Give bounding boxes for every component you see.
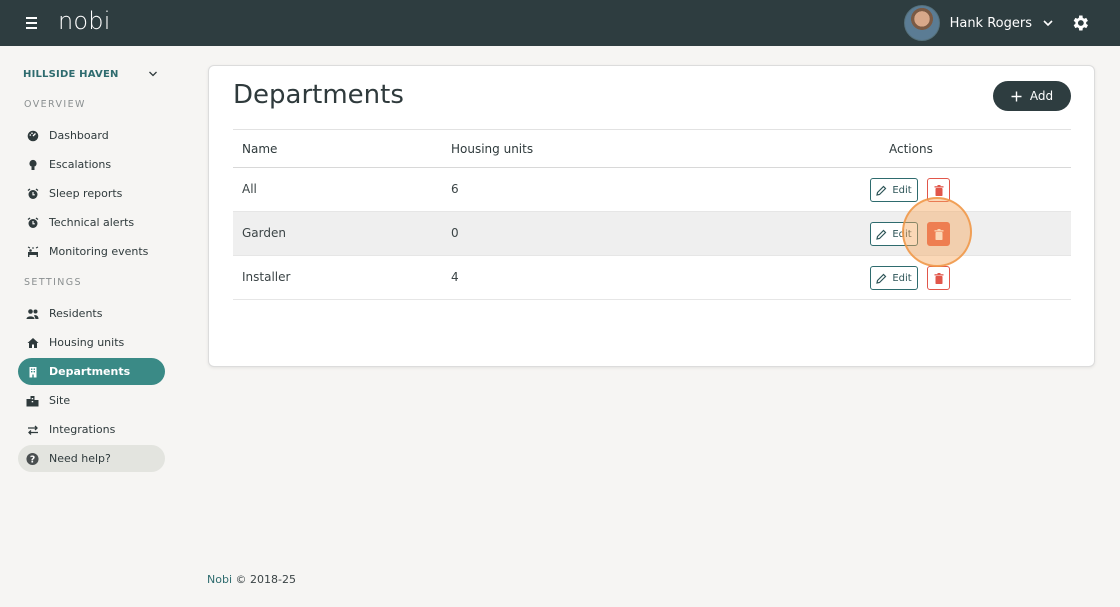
sidebar-item-dashboard[interactable]: Dashboard	[18, 122, 165, 149]
sidebar-item-site[interactable]: Site	[18, 387, 165, 414]
column-header-name[interactable]: Name	[242, 142, 277, 156]
housing-units-count: 4	[451, 270, 459, 284]
delete-button[interactable]	[927, 178, 950, 202]
site-selector[interactable]: HILLSIDE HAVEN	[23, 66, 158, 82]
footer-copyright: © 2018-25	[235, 573, 296, 586]
footer-brand[interactable]: Nobi	[207, 573, 232, 586]
house-icon	[26, 336, 39, 349]
bed-icon	[26, 245, 39, 258]
alarm-clock-icon	[26, 187, 39, 200]
avatar	[903, 5, 940, 41]
sidebar-item-label: Technical alerts	[49, 216, 135, 229]
sidebar-item-label: Escalations	[49, 158, 112, 171]
sidebar-item-label: Site	[49, 394, 71, 407]
departments-card: Departments Add Name Housing units Actio…	[208, 65, 1095, 367]
sidebar-item-escalations[interactable]: Escalations	[18, 151, 165, 178]
city-icon	[26, 394, 39, 407]
column-header-housing-units[interactable]: Housing units	[451, 142, 533, 156]
question-icon: ?	[26, 452, 39, 465]
gear-icon[interactable]	[1070, 13, 1090, 33]
user-name: Hank Rogers	[949, 15, 1032, 31]
sidebar-item-housing-units[interactable]: Housing units	[18, 329, 165, 356]
site-name: HILLSIDE HAVEN	[23, 68, 119, 80]
department-name: Garden	[242, 226, 286, 240]
sidebar-item-label: Sleep reports	[49, 187, 123, 200]
pencil-icon	[876, 273, 887, 284]
trash-icon	[934, 272, 943, 284]
section-label-overview: OVERVIEW	[24, 99, 86, 110]
sidebar-item-monitoring-events[interactable]: Monitoring events	[18, 238, 165, 265]
column-header-actions: Actions	[889, 142, 933, 156]
sidebar-item-label: Residents	[49, 307, 103, 320]
page-title: Departments	[233, 80, 404, 110]
people-icon	[26, 307, 39, 320]
sidebar-item-residents[interactable]: Residents	[18, 300, 165, 327]
help-button[interactable]: ? Need help?	[18, 445, 165, 472]
table-header: Name Housing units Actions	[233, 129, 1071, 168]
chevron-down-icon	[1043, 20, 1053, 27]
edit-label: Edit	[892, 272, 912, 284]
department-name: Installer	[242, 270, 291, 284]
table-row: Installer 4 Edit	[233, 256, 1071, 300]
housing-units-count: 0	[451, 226, 459, 240]
top-bar: nobi Hank Rogers	[0, 0, 1120, 46]
pencil-icon	[876, 185, 887, 196]
svg-text:?: ?	[30, 454, 35, 465]
lightbulb-icon	[26, 158, 39, 171]
pencil-icon	[876, 229, 887, 240]
add-label: Add	[1029, 89, 1054, 103]
sidebar-item-label: Housing units	[49, 336, 125, 349]
section-label-settings: SETTINGS	[24, 277, 82, 288]
dashboard-icon	[26, 129, 39, 142]
alarm-clock-icon	[26, 216, 39, 229]
edit-label: Edit	[892, 228, 912, 240]
edit-button[interactable]: Edit	[870, 178, 918, 202]
user-menu[interactable]: Hank Rogers	[903, 4, 1054, 42]
edit-button[interactable]: Edit	[870, 266, 918, 290]
sidebar-item-integrations[interactable]: Integrations	[18, 416, 165, 443]
housing-units-count: 6	[451, 182, 459, 196]
app-logo[interactable]: nobi	[58, 7, 111, 35]
edit-button[interactable]: Edit	[870, 222, 918, 246]
chevron-down-icon	[149, 71, 157, 77]
add-department-button[interactable]: Add	[993, 81, 1071, 111]
trash-icon	[934, 184, 943, 196]
plus-icon	[1011, 91, 1022, 101]
department-name: All	[242, 182, 257, 196]
help-label: Need help?	[49, 452, 111, 465]
sidebar-item-sleep-reports[interactable]: Sleep reports	[18, 180, 165, 207]
menu-icon[interactable]	[22, 13, 42, 33]
swap-arrows-icon	[26, 423, 39, 436]
edit-label: Edit	[892, 184, 912, 196]
sidebar-item-departments[interactable]: Departments	[18, 358, 165, 385]
footer: Nobi © 2018-25	[207, 573, 296, 586]
sidebar-item-technical-alerts[interactable]: Technical alerts	[18, 209, 165, 236]
sidebar-item-label: Departments	[49, 365, 131, 378]
sidebar-item-label: Integrations	[49, 423, 116, 436]
sidebar-item-label: Monitoring events	[49, 245, 149, 258]
sidebar: HILLSIDE HAVEN OVERVIEW Dashboard Escala…	[0, 46, 184, 607]
building-icon	[26, 365, 39, 378]
delete-button[interactable]	[927, 266, 950, 290]
table-row: All 6 Edit	[233, 168, 1071, 212]
departments-table: Name Housing units Actions All 6 Edit Ga…	[233, 129, 1071, 300]
trash-icon	[934, 228, 943, 240]
delete-button[interactable]	[927, 222, 950, 246]
sidebar-item-label: Dashboard	[49, 129, 109, 142]
table-row: Garden 0 Edit	[233, 212, 1071, 256]
